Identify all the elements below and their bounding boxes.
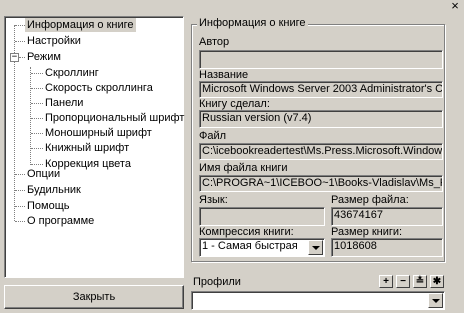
tree-connector <box>15 190 25 191</box>
group-title: Информация о книге <box>197 17 308 30</box>
tree-child-line <box>30 67 31 165</box>
tree-connector <box>19 57 25 58</box>
language-field[interactable] <box>199 207 325 226</box>
file-size-label: Размер файла: <box>331 194 409 206</box>
add-profile-icon[interactable]: + <box>379 275 393 288</box>
tree-item-options[interactable]: Опции <box>27 167 60 181</box>
language-label: Язык: <box>199 194 228 206</box>
profiles-select[interactable] <box>191 291 445 310</box>
compression-value: 1 - Самая быстрая <box>202 240 298 252</box>
profile-settings-icon[interactable]: ✱ <box>430 275 444 288</box>
settings-tree[interactable]: − Информация о книге Настройки Режим Скр… <box>4 16 184 278</box>
tree-item-scroll-speed[interactable]: Скорость скроллинга <box>45 81 153 95</box>
remove-profile-icon[interactable]: − <box>396 275 410 288</box>
tree-item-book-font[interactable]: Книжный шрифт <box>45 141 129 155</box>
tree-item-book-info[interactable]: Информация о книге <box>25 18 136 32</box>
save-profile-icon[interactable]: ≛ <box>413 275 427 288</box>
tree-item-proportional-font[interactable]: Пропорциональный шрифт <box>45 111 184 125</box>
collapse-icon[interactable]: − <box>10 53 19 62</box>
chevron-down-icon[interactable] <box>308 240 323 255</box>
tree-connector <box>31 148 43 149</box>
tree-item-about[interactable]: О программе <box>27 214 94 228</box>
author-label: Автор <box>199 36 230 48</box>
author-field[interactable] <box>199 50 443 69</box>
file-field[interactable]: C:\icebookreadertest\Ms.Press.Microsoft.… <box>199 143 443 160</box>
tree-item-scrolling[interactable]: Скроллинг <box>45 66 99 80</box>
tree-connector <box>15 221 25 222</box>
tree-connector <box>31 164 43 165</box>
profiles-label: Профили <box>193 276 241 288</box>
file-label: Файл <box>199 130 227 142</box>
window-close-icon[interactable]: × <box>448 0 462 12</box>
tree-item-help[interactable]: Помощь <box>27 199 70 213</box>
tree-connector <box>15 206 25 207</box>
tree-connector <box>15 25 25 26</box>
tree-connector <box>15 174 25 175</box>
tree-connector <box>31 88 43 89</box>
tree-item-panels[interactable]: Панели <box>45 96 83 110</box>
title-field[interactable]: Microsoft Windows Server 2003 Administra… <box>199 81 443 98</box>
tree-connector <box>31 73 43 74</box>
book-size-field[interactable]: 1018608 <box>331 238 443 257</box>
tree-item-monospace-font[interactable]: Моноширный шрифт <box>45 126 152 140</box>
tree-item-alarm[interactable]: Будильник <box>27 183 81 197</box>
tree-connector <box>31 103 43 104</box>
tree-connector <box>31 118 43 119</box>
chevron-down-icon[interactable] <box>428 293 443 308</box>
tree-connector <box>15 41 25 42</box>
close-button[interactable]: Закрыть <box>4 285 184 309</box>
book-file-field[interactable]: C:\PROGRA~1\ICEBOO~1\Books-Vladislav\Ms_… <box>199 175 443 192</box>
tree-connector <box>31 133 43 134</box>
tree-item-settings[interactable]: Настройки <box>27 34 81 48</box>
made-by-field[interactable]: Russian version (v7.4) <box>199 110 443 128</box>
compression-select[interactable]: 1 - Самая быстрая <box>199 238 325 257</box>
tree-item-mode[interactable]: Режим <box>27 50 61 64</box>
file-size-field[interactable]: 43674167 <box>331 207 443 226</box>
book-file-label: Имя файла книги <box>199 162 288 174</box>
